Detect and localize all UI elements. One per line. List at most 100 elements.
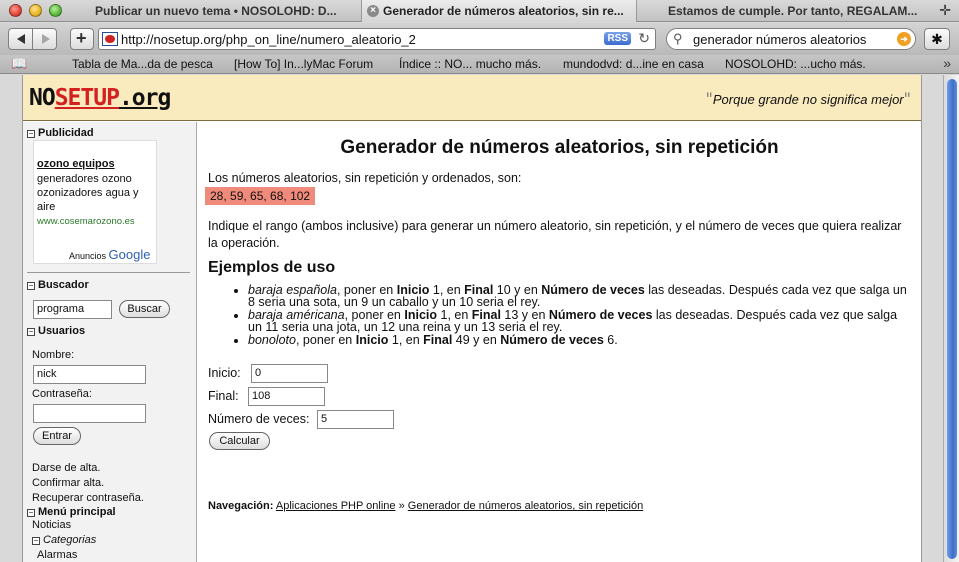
search-icon: ⚲ <box>673 31 683 46</box>
ad-text: generadores ozono ozonizadores agua y ai… <box>37 173 139 213</box>
breadcrumb-link-generador[interactable]: Generador de números aleatorios, sin rep… <box>408 500 643 512</box>
logo-part: NO <box>29 85 56 111</box>
logo-part: .org <box>118 85 171 111</box>
more-bookmarks-icon[interactable]: » <box>943 55 951 71</box>
url-text: http://nosetup.org/php_on_line/numero_al… <box>121 32 416 47</box>
close-icon[interactable]: × <box>367 5 379 17</box>
search-text: generador números aleatorios <box>693 32 867 47</box>
tab-label: Publicar un nuevo tema • NOSOLOHD: D... <box>95 4 337 18</box>
final-input[interactable]: 108 <box>248 387 325 406</box>
plus-icon: + <box>76 28 87 48</box>
address-bar[interactable]: http://nosetup.org/php_on_line/numero_al… <box>98 28 656 50</box>
google-logo: Google <box>108 247 151 262</box>
heading-text: Publicidad <box>38 127 94 139</box>
inicio-label: Inicio: <box>208 366 241 380</box>
list-item: baraja américana, poner en Inicio 1, en … <box>248 309 913 334</box>
back-button[interactable] <box>8 28 33 50</box>
close-window-button[interactable] <box>9 4 22 17</box>
bookmarks-bar: 📖 Tabla de Ma...da de pesca [How To] In.… <box>0 55 959 74</box>
collapse-icon[interactable]: − <box>27 130 35 138</box>
ad-footer-text: Anuncios <box>69 251 107 261</box>
examples-list: baraja española, poner en Inicio 1, en F… <box>248 284 913 347</box>
list-item: baraja española, poner en Inicio 1, en F… <box>248 284 913 309</box>
minimize-window-button[interactable] <box>29 4 42 17</box>
tab-cumple[interactable]: Estamos de cumple. Por tanto, REGALAM... <box>668 0 933 22</box>
main-content: Generador de números aleatorios, sin rep… <box>198 122 921 562</box>
add-bookmark-button[interactable]: + <box>70 28 94 50</box>
recover-password-link[interactable]: Recuperar contraseña. <box>32 492 144 504</box>
vertical-scrollbar[interactable] <box>943 75 959 562</box>
buscar-button[interactable]: Buscar <box>119 300 170 318</box>
collapse-icon[interactable]: − <box>32 537 40 545</box>
username-input[interactable]: nick <box>33 365 146 384</box>
page: NOSETUP.org "Porque grande no significa … <box>22 75 922 562</box>
reload-icon[interactable]: ↻ <box>638 30 650 47</box>
publicidad-heading[interactable]: − Publicidad <box>27 127 94 139</box>
ad-box[interactable]: ozono equipos generadores ozono ozonizad… <box>33 140 157 264</box>
ad-footer[interactable]: Anuncios Google <box>69 247 150 262</box>
collapse-icon[interactable]: − <box>27 509 35 517</box>
entrar-button[interactable]: Entrar <box>33 427 81 445</box>
veces-label: Número de veces: <box>208 412 310 426</box>
site-favicon-icon <box>102 32 118 46</box>
examples-heading: Ejemplos de uso <box>208 259 336 276</box>
rss-button[interactable]: RSS <box>604 32 631 45</box>
confirm-signup-link[interactable]: Confirmar alta. <box>32 477 104 489</box>
ad-title[interactable]: ozono equipos <box>37 158 115 170</box>
heading-text: Usuarios <box>38 325 86 337</box>
tab-publicar[interactable]: Publicar un nuevo tema • NOSOLOHD: D... <box>95 0 357 22</box>
divider <box>27 272 190 273</box>
result-intro: Los números aleatorios, sin repetición y… <box>208 171 522 185</box>
new-tab-icon[interactable]: ✛ <box>939 2 951 19</box>
buscador-heading[interactable]: − Buscador <box>27 279 89 291</box>
sidebar: − Publicidad ozono equipos generadores oz… <box>23 122 197 562</box>
ad-url[interactable]: www.cosemarozono.es <box>37 216 135 227</box>
password-label: Contraseña: <box>32 388 92 400</box>
bug-report-button[interactable]: ✱ <box>924 28 950 50</box>
site-logo[interactable]: NOSETUP.org <box>29 85 171 111</box>
inicio-input[interactable]: 0 <box>251 364 328 383</box>
signup-link[interactable]: Darse de alta. <box>32 462 100 474</box>
search-go-icon[interactable]: ➜ <box>897 32 911 46</box>
bookmark-item[interactable]: Índice :: NO... mucho más. <box>399 57 541 71</box>
calcular-button[interactable]: Calcular <box>209 432 270 450</box>
forward-button[interactable] <box>32 28 57 50</box>
collapse-icon[interactable]: − <box>27 328 35 336</box>
category-item-alarmas[interactable]: Alarmas <box>37 549 77 561</box>
tab-label: Generador de números aleatorios, sin re.… <box>383 4 624 18</box>
tab-generador[interactable]: × Generador de números aleatorios, sin r… <box>361 0 637 22</box>
breadcrumb-link-aplicaciones[interactable]: Aplicaciones PHP online <box>276 500 396 512</box>
bookmark-item[interactable]: mundodvd: d...ine en casa <box>563 57 704 71</box>
bookmark-item[interactable]: [How To] In...lyMac Forum <box>234 57 373 71</box>
categorias-toggle[interactable]: − Categorias <box>32 534 96 546</box>
bookmark-item[interactable]: NOSOLOHD: ...ucho más. <box>725 57 866 71</box>
forward-arrow-icon <box>42 34 50 44</box>
site-tagline: "Porque grande no significa mejor" <box>705 89 912 108</box>
search-bar[interactable]: ⚲ generador números aleatorios ➜ <box>666 28 916 50</box>
heading-text: Menú principal <box>38 506 116 518</box>
password-input[interactable] <box>33 404 146 423</box>
tab-strip: Publicar un nuevo tema • NOSOLOHD: D... … <box>0 0 959 22</box>
result-numbers: 28, 59, 65, 68, 102 <box>205 187 316 205</box>
collapse-icon[interactable]: − <box>27 282 35 290</box>
tab-label: Estamos de cumple. Por tanto, REGALAM... <box>668 4 918 18</box>
bookmark-item[interactable]: Tabla de Ma...da de pesca <box>72 57 213 71</box>
toolbar: + http://nosetup.org/php_on_line/numero_… <box>0 23 959 55</box>
veces-input[interactable]: 5 <box>317 410 394 429</box>
scroll-thumb[interactable] <box>947 79 957 559</box>
categorias-label: Categorias <box>43 534 97 546</box>
list-item: bonoloto, poner en Inicio 1, en Final 49… <box>248 334 913 347</box>
instructions-text: Indique el rango (ambos inclusive) para … <box>208 219 902 250</box>
web-viewport: NOSETUP.org "Porque grande no significa … <box>0 75 943 562</box>
page-title: Generador de números aleatorios, sin rep… <box>340 137 779 158</box>
breadcrumb-separator: » <box>398 500 405 512</box>
bookmarks-book-icon[interactable]: 📖 <box>11 56 27 72</box>
usuarios-heading[interactable]: − Usuarios <box>27 325 85 337</box>
zoom-window-button[interactable] <box>49 4 62 17</box>
menu-heading[interactable]: − Menú principal <box>27 506 116 518</box>
sidebar-search-input[interactable]: programa <box>33 300 112 319</box>
menu-item-noticias[interactable]: Noticias <box>32 519 71 531</box>
tagline-text: Porque grande no significa mejor <box>712 92 904 107</box>
nombre-label: Nombre: <box>32 349 75 361</box>
final-label: Final: <box>208 389 239 403</box>
